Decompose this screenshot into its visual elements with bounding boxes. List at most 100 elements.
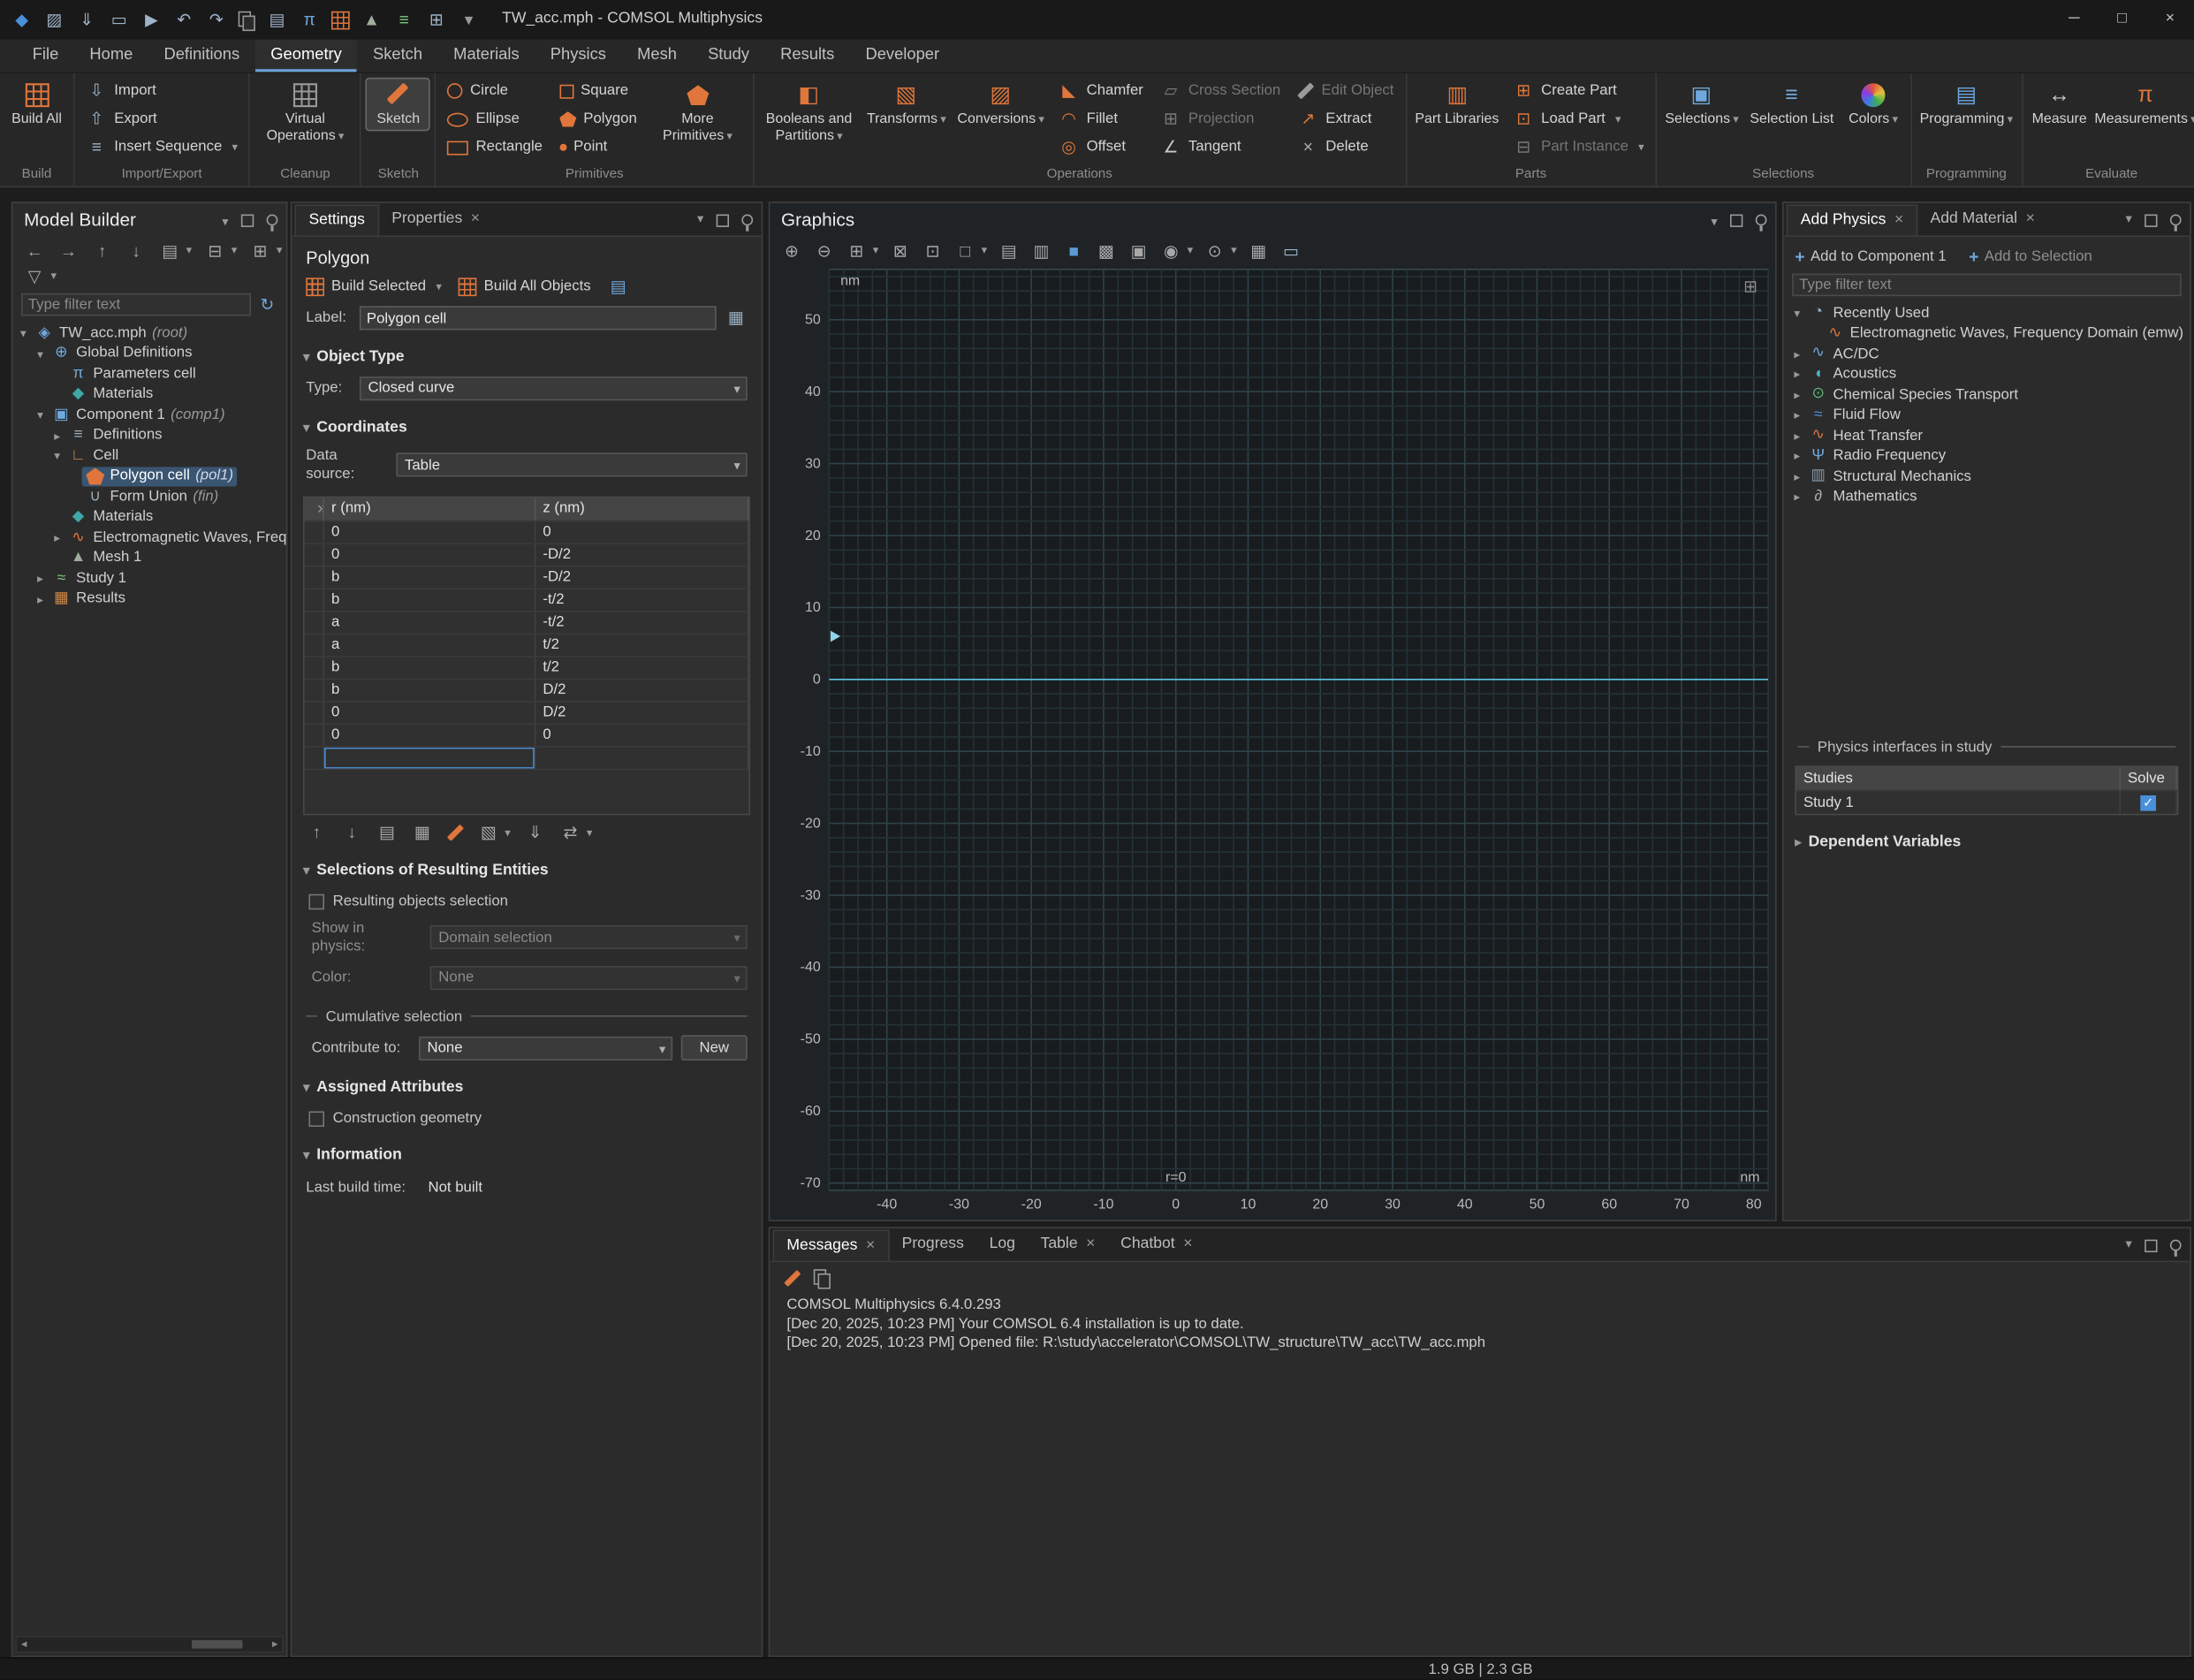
chevron-down-icon[interactable] xyxy=(222,209,228,231)
virtual-operations-button[interactable]: Virtual Operations xyxy=(254,78,356,148)
environment-button[interactable]: ⊙ xyxy=(1204,241,1237,261)
table-row[interactable]: 00 xyxy=(305,520,749,543)
close-tab-icon[interactable] xyxy=(471,210,480,229)
zoom-selected-button[interactable]: ⊞ xyxy=(846,241,878,261)
chevron-down-icon[interactable] xyxy=(1711,209,1717,231)
tab-table[interactable]: Table xyxy=(1028,1230,1108,1261)
menu-tab-file[interactable]: File xyxy=(17,40,74,72)
popout-icon[interactable] xyxy=(241,214,254,226)
save-table-button[interactable]: ⇓ xyxy=(525,823,546,842)
tree-item-acoustics[interactable]: ▸◖Acoustics xyxy=(1784,364,2190,384)
popout-icon[interactable] xyxy=(717,214,729,226)
physics-filter-input[interactable] xyxy=(1792,273,2181,296)
play-icon[interactable]: ▶ xyxy=(141,10,163,29)
view-cube-icon[interactable]: ⊞ xyxy=(1740,277,1761,296)
window-layout-icon[interactable]: ⊞ xyxy=(426,10,447,29)
popout-icon[interactable] xyxy=(2145,214,2157,226)
table-row[interactable]: at/2 xyxy=(305,633,749,656)
menu-tab-study[interactable]: Study xyxy=(693,40,765,72)
tree-item-polygon-cell[interactable]: Polygon cell(pol1) xyxy=(12,466,286,486)
selection-highlight-button[interactable]: ▣ xyxy=(1128,241,1150,261)
collapse-icon[interactable]: ▾ xyxy=(16,326,32,340)
mesh-icon[interactable]: ▲ xyxy=(361,10,383,29)
construction-geometry-checkbox[interactable] xyxy=(308,1112,324,1128)
tree-item-ac-dc[interactable]: ▸∿AC/DC xyxy=(1784,344,2190,364)
conversions-button[interactable]: ▨Conversions xyxy=(953,78,1049,132)
close-tab-icon[interactable] xyxy=(1894,211,1903,230)
tree-item-tw-acc-mph[interactable]: ▾◈TW_acc.mph(root) xyxy=(12,323,286,343)
menu-tab-geometry[interactable]: Geometry xyxy=(255,40,358,72)
popout-icon[interactable] xyxy=(2145,1239,2157,1251)
tree-item-results[interactable]: ▸▦Results xyxy=(12,589,286,609)
expand-all-button[interactable]: ⊞ xyxy=(249,241,282,261)
expand-icon[interactable]: ▸ xyxy=(49,429,65,443)
tangent-button[interactable]: ∠Tangent xyxy=(1153,134,1287,161)
render-wireframe-button[interactable]: ▩ xyxy=(1096,241,1117,261)
table-row[interactable]: a-t/2 xyxy=(305,610,749,633)
tab-progress[interactable]: Progress xyxy=(889,1230,976,1261)
expand-icon[interactable]: ▸ xyxy=(33,572,49,586)
show-options-button[interactable]: ▤ xyxy=(159,241,192,261)
table-cell[interactable]: 0 xyxy=(324,544,535,565)
plot-canvas[interactable]: -40-30-20-100102030405060708050403020100… xyxy=(770,265,1775,1220)
edit-rows-button[interactable] xyxy=(447,825,464,841)
tree-item-materials[interactable]: ◆Materials xyxy=(12,384,286,405)
table-cell[interactable]: 0 xyxy=(535,725,748,746)
save-icon[interactable]: ⇓ xyxy=(76,10,97,29)
polygon-button[interactable]: Polygon xyxy=(552,106,644,133)
booleans-and-partitions-button[interactable]: ◧Booleans and Partitions xyxy=(758,78,860,148)
exchange-button[interactable]: ⇄ xyxy=(560,823,593,842)
build-selected-button[interactable]: Build Selected xyxy=(306,277,441,296)
clear-messages-button[interactable] xyxy=(784,1270,801,1287)
render-filled-button[interactable]: ■ xyxy=(1063,241,1084,261)
model-tree-filter-input[interactable] xyxy=(21,293,251,316)
table-active-row[interactable] xyxy=(305,745,749,768)
menu-tab-developer[interactable]: Developer xyxy=(850,40,955,72)
chamfer-button[interactable]: ◣Chamfer xyxy=(1051,78,1150,104)
create-part-button[interactable]: ⊞Create Part xyxy=(1506,78,1651,104)
horizontal-scrollbar[interactable] xyxy=(16,1636,284,1653)
table-row[interactable]: bD/2 xyxy=(305,678,749,701)
tree-item-cell[interactable]: ▾∟Cell xyxy=(12,445,286,466)
tab-messages[interactable]: Messages xyxy=(772,1230,889,1261)
circle-button[interactable]: Circle xyxy=(441,78,550,104)
refresh-icon[interactable]: ↻ xyxy=(256,295,277,315)
scroll-right-icon[interactable] xyxy=(272,1635,277,1653)
collapse-icon[interactable]: ▾ xyxy=(33,346,49,361)
offset-button[interactable]: ◎Offset xyxy=(1051,134,1150,161)
row-move-up-button[interactable]: ↑ xyxy=(306,823,327,842)
point-button[interactable]: Point xyxy=(552,134,644,161)
table-cell[interactable]: -t/2 xyxy=(535,612,748,633)
colors-button[interactable]: Colors xyxy=(1841,78,1905,132)
tab-chatbot[interactable]: Chatbot xyxy=(1108,1230,1205,1261)
undo-icon[interactable]: ↶ xyxy=(173,10,194,29)
rename-icon[interactable]: ▦ xyxy=(725,307,748,330)
table-row[interactable]: bt/2 xyxy=(305,655,749,678)
sketch-button[interactable]: Sketch xyxy=(366,78,430,132)
scene-light-button[interactable]: ◉ xyxy=(1160,241,1193,261)
nav-forward-button[interactable]: → xyxy=(57,241,79,261)
table-row[interactable]: b-D/2 xyxy=(305,565,749,588)
contribute-to-select[interactable]: None xyxy=(419,1036,672,1060)
move-down-button[interactable]: ↓ xyxy=(125,241,147,261)
document-icon[interactable]: ▤ xyxy=(608,277,629,296)
copy-button[interactable] xyxy=(814,1269,831,1288)
resulting-objects-selection-checkbox[interactable] xyxy=(308,893,324,909)
table-cell[interactable]: b xyxy=(324,589,535,610)
pin-icon[interactable] xyxy=(741,215,753,226)
caret-down-icon[interactable]: ▾ xyxy=(459,10,480,29)
tab-add-physics[interactable]: Add Physics xyxy=(1787,204,1917,235)
tree-item-heat-transfer[interactable]: ▸∿Heat Transfer xyxy=(1784,425,2190,445)
popout-icon[interactable] xyxy=(1730,214,1742,226)
table-cell[interactable]: b xyxy=(324,566,535,588)
chevron-down-icon[interactable] xyxy=(697,210,703,229)
chevron-down-icon[interactable] xyxy=(2126,1236,2132,1255)
expand-icon[interactable]: ▸ xyxy=(1789,367,1805,381)
import-button[interactable]: ⇩Import xyxy=(79,78,244,104)
table-cell[interactable]: 0 xyxy=(324,521,535,543)
expand-icon[interactable]: ▸ xyxy=(1789,490,1805,504)
expand-icon[interactable]: ▸ xyxy=(49,530,65,544)
label-input[interactable] xyxy=(360,306,717,330)
menu-tab-definitions[interactable]: Definitions xyxy=(148,40,255,72)
screenshot-button[interactable]: ▦ xyxy=(1248,241,1269,261)
